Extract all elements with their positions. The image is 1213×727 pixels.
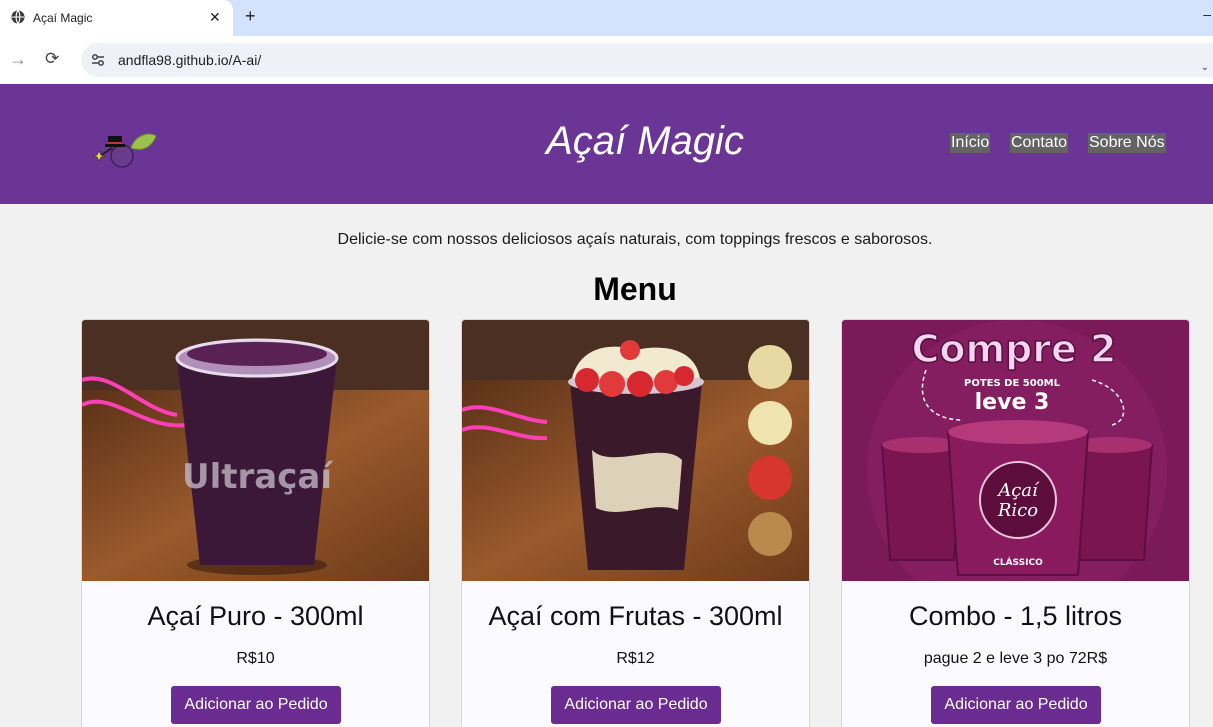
product-image-combo: Compre 2 POTES DE 500ML leve 3 Açaí Rico… [842,320,1189,581]
promo-sub2: leve 3 [975,390,1050,415]
pot-flavor: CLÁSSICO [993,556,1043,568]
add-to-order-button[interactable]: Adicionar ao Pedido [551,686,721,724]
address-bar[interactable]: andfla98.github.io/A-ai/ [81,43,1213,77]
promo-headline: Compre 2 [912,327,1117,371]
browser-tab[interactable]: Açaí Magic ✕ [0,0,233,36]
nav-link-contato[interactable]: Contato [1010,133,1069,153]
forward-icon[interactable]: → [9,49,27,69]
product-name: Combo - 1,5 litros [908,601,1123,631]
product-price: pague 2 e leve 3 po 72R$ [923,650,1108,667]
minimize-icon[interactable]: – [1203,6,1211,22]
product-price: R$12 [616,650,655,667]
product-card-acai-com-frutas: Açaí com Frutas - 300ml R$12 Adicionar a… [461,319,810,727]
promo-sub1: POTES DE 500ML [964,378,1061,389]
add-to-order-button[interactable]: Adicionar ao Pedido [931,686,1101,724]
intro-text: Delicie-se com nossos deliciosos açaís n… [337,231,933,248]
browser-tab-strip: Açaí Magic ✕ + – [0,0,1213,36]
globe-icon [11,10,25,24]
product-image-acai-com-frutas [462,320,809,581]
product-name: Açaí Puro - 300ml [147,601,364,631]
pot-brand-line1: Açaí [996,480,1040,501]
menu-heading: Menu [593,271,677,307]
pot-brand-line2: Rico [997,500,1038,521]
close-tab-icon[interactable]: ✕ [209,9,221,25]
product-image-acai-puro: Ultraçaí [82,320,429,581]
product-price: R$10 [236,650,275,667]
product-name: Açaí com Frutas - 300ml [488,601,783,631]
browser-toolbar: → ⟳ andfla98.github.io/A-ai/ [0,36,1213,84]
site-header: Açaí Magic Início Contato Sobre Nós [0,84,1213,204]
chevron-down-icon[interactable]: ⌄ [1201,62,1209,73]
new-tab-button[interactable]: + [245,6,256,26]
site-info-icon[interactable] [90,52,106,68]
tab-title: Açaí Magic [33,11,93,25]
nav-link-sobre-nos[interactable]: Sobre Nós [1088,133,1166,153]
product-card-combo: Compre 2 POTES DE 500ML leve 3 Açaí Rico… [841,319,1190,727]
url-text: andfla98.github.io/A-ai/ [118,52,262,68]
product-card-acai-puro: Ultraçaí Açaí Puro - 300ml R$10 Adiciona… [81,319,430,727]
reload-icon[interactable]: ⟳ [45,49,59,69]
add-to-order-button[interactable]: Adicionar ao Pedido [171,686,341,724]
cup-brand-text: Ultraçaí [182,457,334,497]
nav-link-inicio[interactable]: Início [950,133,991,153]
